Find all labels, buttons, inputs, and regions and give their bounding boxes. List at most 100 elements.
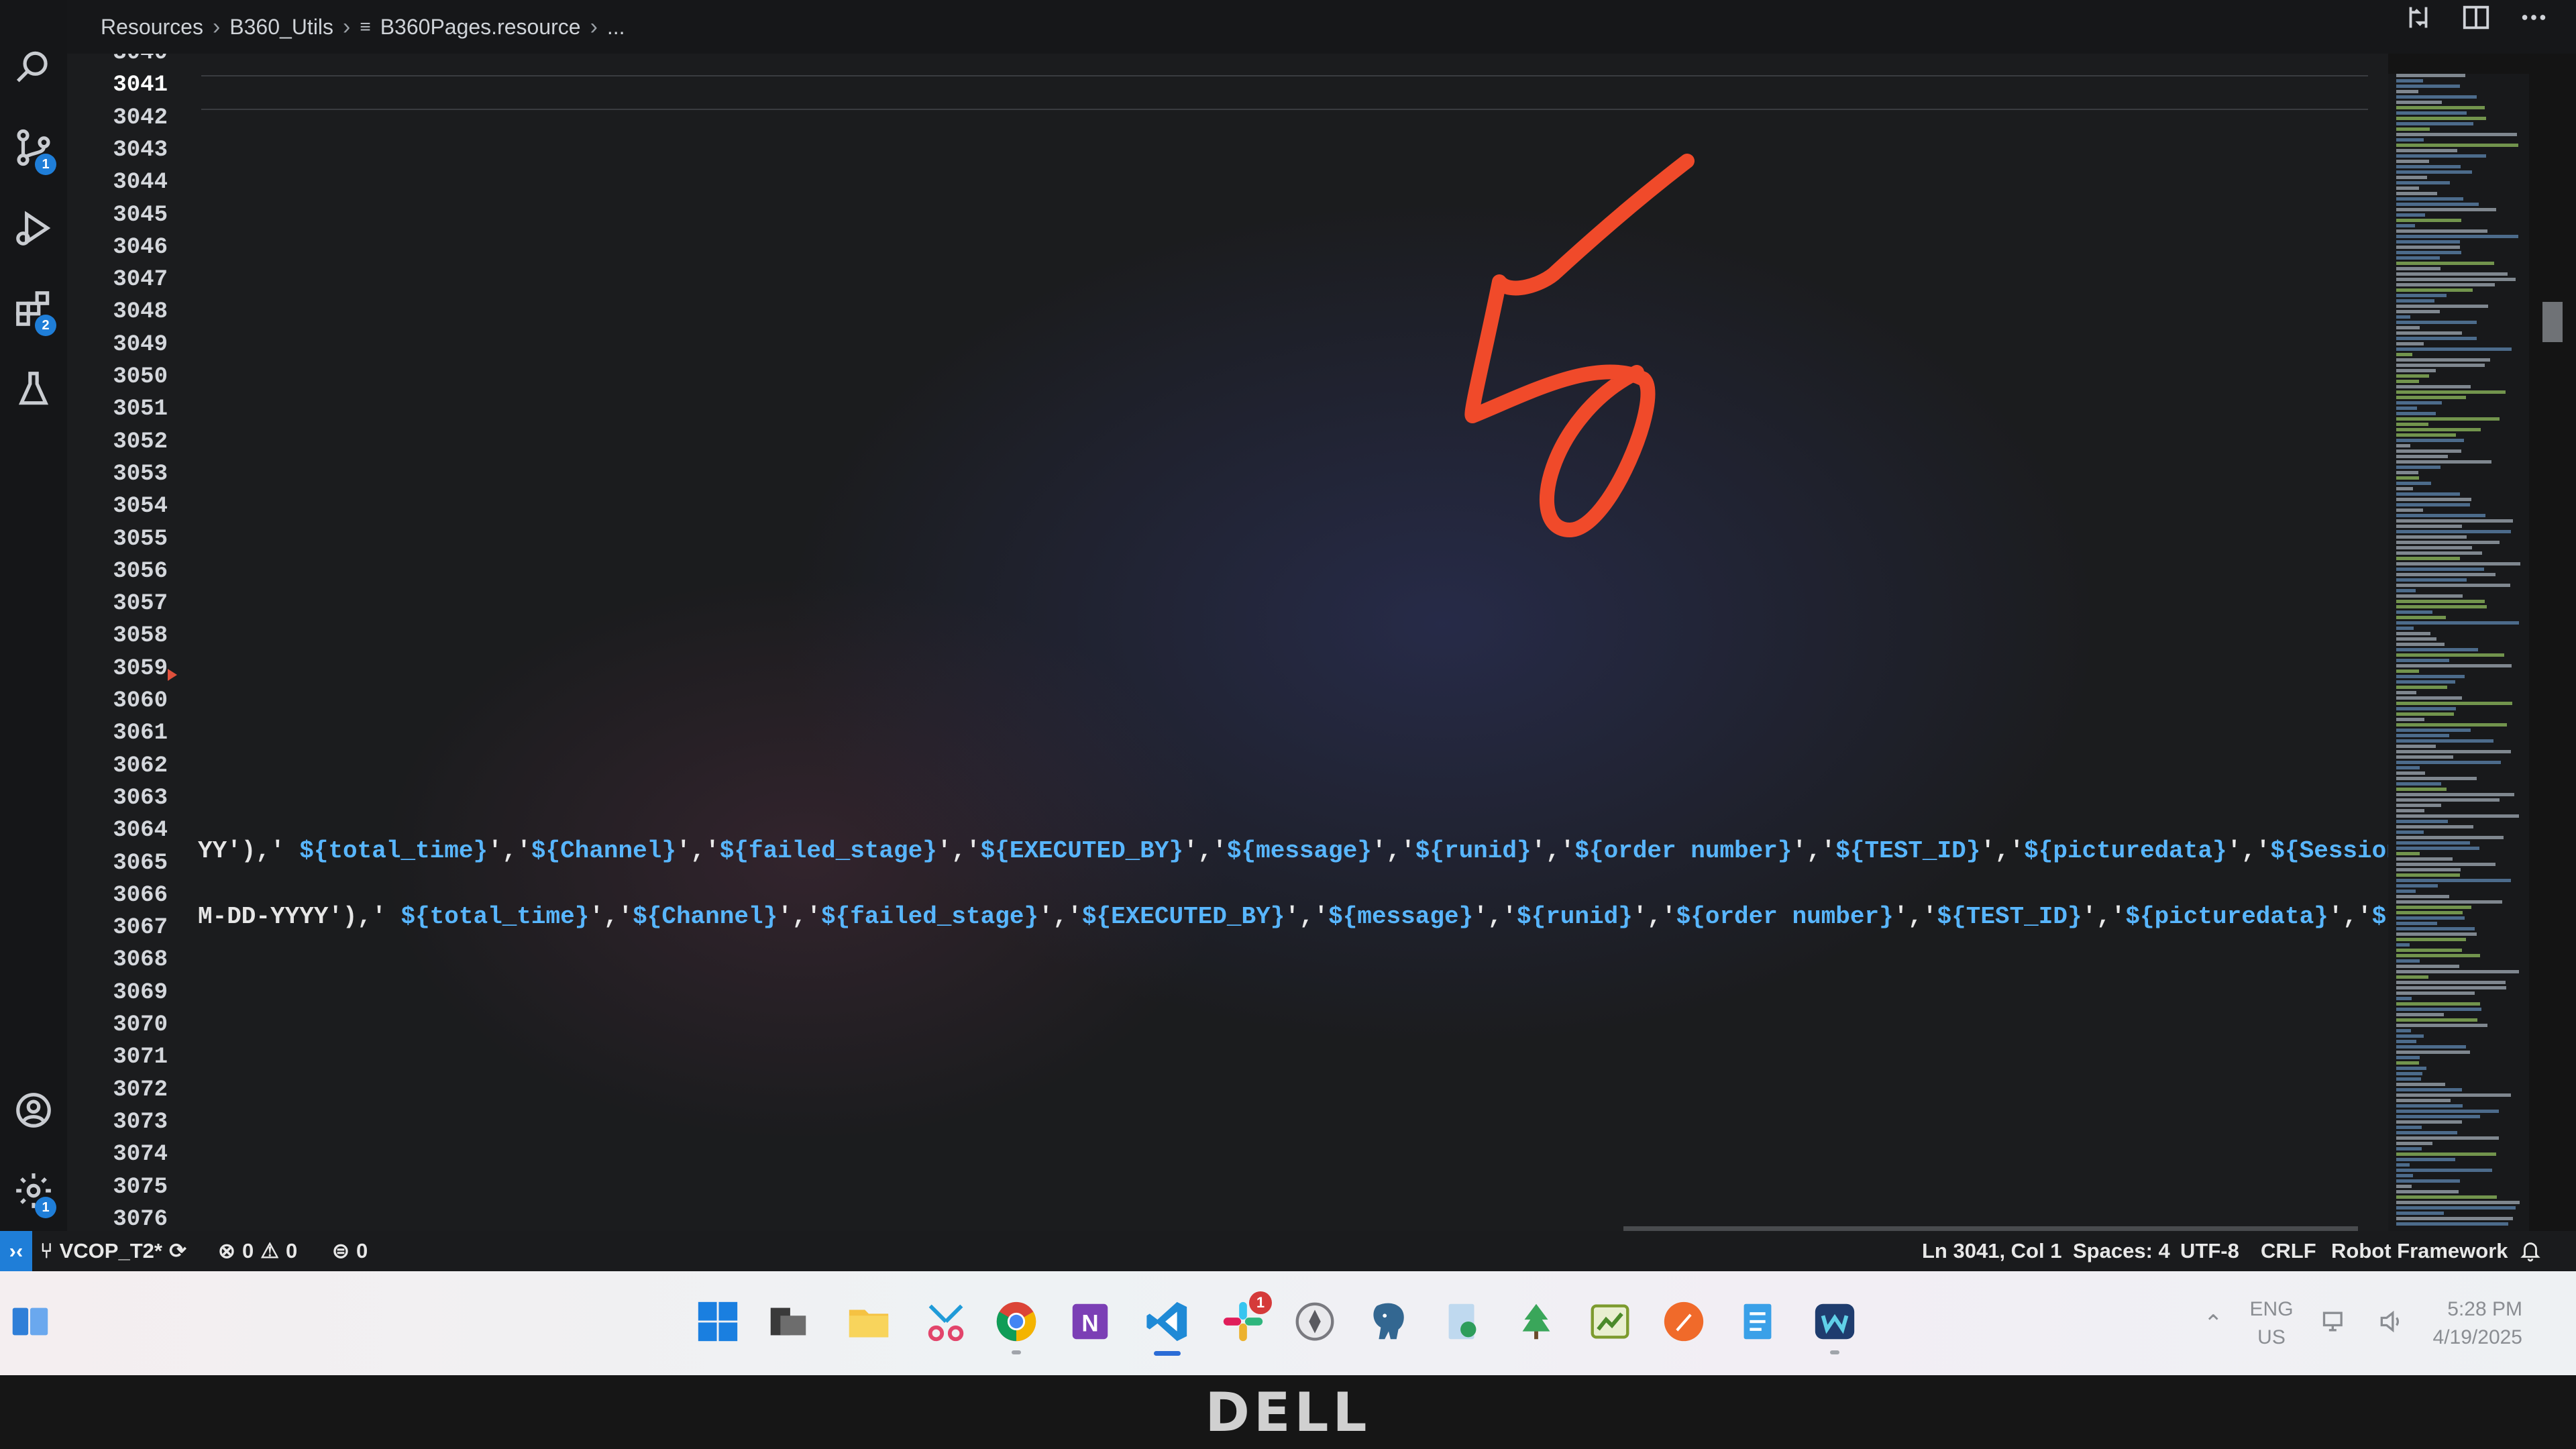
volume-icon[interactable] [2377,1307,2406,1340]
handwritten-number-annotation [1464,154,1695,537]
language-mode[interactable]: Robot Framework [2331,1231,2508,1271]
minimap-line [2396,734,2449,737]
minimap-line [2396,814,2520,818]
app-icon-pen[interactable] [1654,1291,1714,1352]
problems-indicator[interactable]: ⊗ 0 ⚠ 0 [218,1231,297,1271]
variable-token: ${Session_details} [2270,837,2388,865]
search-icon[interactable] [0,30,67,104]
vertical-scrollbar[interactable] [2542,302,2563,342]
minimap-line [2396,305,2488,308]
source-control-icon[interactable]: 1 [0,111,67,184]
minimap-line [2396,616,2446,619]
extensions-icon[interactable]: 2 [0,272,67,345]
minimap-line [2396,1034,2424,1038]
minimap-line [2396,981,2506,984]
snipping-tool-icon[interactable] [916,1291,976,1352]
account-icon[interactable] [0,1073,67,1147]
variable-token: ${picturedata} [2125,903,2328,930]
minimap-line [2396,782,2441,786]
line-number: 3076 [113,1206,168,1231]
chevron-up-icon[interactable]: ⌃ [2204,1310,2223,1337]
minimap-line [2396,331,2462,335]
error-count: 0 [241,1239,254,1263]
more-actions-icon[interactable] [2518,2,2549,38]
minimap-line [2396,117,2487,120]
minimap-line [2396,1051,2470,1054]
run-debug-icon[interactable] [0,191,67,265]
start-windows-icon[interactable] [688,1291,748,1352]
language-indicator[interactable]: ENG US [2250,1295,2294,1352]
minimap-line [2396,294,2447,297]
slack-icon[interactable]: 1 [1213,1291,1273,1352]
chrome-icon[interactable] [986,1291,1046,1354]
remote-indicator-icon[interactable]: ›‹ [0,1231,32,1271]
running-indicator [1830,1350,1839,1354]
sync-icon[interactable]: ⟳ [169,1239,186,1263]
code-line-3067[interactable]: M-DD-YYYY'),' ${total_time}','${Channel}… [198,903,2388,930]
minimap[interactable] [2388,74,2529,1231]
minimap-line [2396,707,2456,710]
app-icon-document[interactable] [1432,1291,1493,1352]
minimap-line [2396,272,2508,276]
horizontal-scrollbar[interactable] [1623,1226,2358,1231]
app-icon-chart[interactable] [1580,1291,1640,1352]
app-icon-compass[interactable] [1285,1291,1345,1352]
breadcrumb-item-b360-utils[interactable]: B360_Utils [229,15,333,40]
app-icon-webex[interactable] [1805,1291,1865,1354]
minimap-line [2396,632,2431,635]
minimap-line [2396,423,2428,426]
minimap-line [2396,975,2429,979]
minimap-line [2396,503,2470,506]
settings-gear-icon[interactable]: 1 [0,1154,67,1228]
cursor-position[interactable]: Ln 3041, Col 1 [1922,1231,2061,1271]
minimap-line [2396,466,2440,469]
current-line-highlight [201,75,2368,110]
testing-flask-icon[interactable] [0,352,67,426]
split-editor-icon[interactable] [2461,2,2491,38]
branch-indicator[interactable]: ⑂ VCOP_T2* ⟳ [40,1231,186,1271]
line-number: 3050 [113,364,168,390]
minimap-line [2396,830,2424,834]
minimap-line [2396,755,2453,759]
file-explorer-icon[interactable] [839,1291,899,1352]
minimap-line [2396,852,2420,855]
compare-changes-icon[interactable] [2403,2,2434,38]
svg-text:N: N [1081,1311,1098,1337]
line-number: 3055 [113,526,168,552]
clock[interactable]: 5:28 PM 4/19/2025 [2433,1295,2522,1352]
notepad-icon[interactable] [1727,1291,1788,1352]
string-separator: ',' [1371,837,1415,865]
error-icon: ⊗ [218,1239,235,1263]
app-icon-tree[interactable] [1506,1291,1566,1352]
string-separator: ',' [1632,903,1676,930]
minimap-line [2396,315,2411,319]
line-number: 3063 [113,785,168,811]
minimap-line [2396,1142,2433,1145]
onenote-icon[interactable]: N [1060,1291,1120,1352]
minimap-line [2396,1067,2426,1070]
task-view-icon[interactable] [758,1291,818,1352]
string-separator: ',' [1980,837,2025,865]
breadcrumb-item-more[interactable]: ... [607,15,625,40]
postgres-elephant-icon[interactable] [1358,1291,1419,1352]
line-number: 3058 [113,623,168,649]
breadcrumb-item-file[interactable]: B360Pages.resource [380,15,581,40]
minimap-line [2396,487,2413,490]
minimap-line [2396,594,2463,598]
ports-indicator[interactable]: ⊜ 0 [332,1231,368,1271]
code-editor[interactable]: 3040 3041 3042 3043 3044 3045 3046 3047 3048 3049… [67,54,2388,1231]
git-branch-icon: ⑂ [40,1239,53,1263]
code-line-3065[interactable]: YY'),' ${total_time}','${Channel}','${fa… [198,837,2388,865]
network-icon[interactable] [2320,1307,2350,1340]
minimap-line [2396,144,2519,147]
indentation[interactable]: Spaces: 4 [2073,1231,2170,1271]
variable-token: ${failed_stage} [821,903,1039,930]
running-indicator [1012,1350,1021,1354]
minimap-line [2396,1212,2445,1215]
line-ending[interactable]: CRLF [2261,1231,2316,1271]
widgets-icon[interactable] [0,1291,60,1352]
vscode-icon[interactable] [1137,1291,1197,1356]
breadcrumb-item-resources[interactable]: Resources [101,15,203,40]
notifications-bell-icon[interactable] [2519,1231,2542,1271]
encoding[interactable]: UTF-8 [2180,1231,2239,1271]
